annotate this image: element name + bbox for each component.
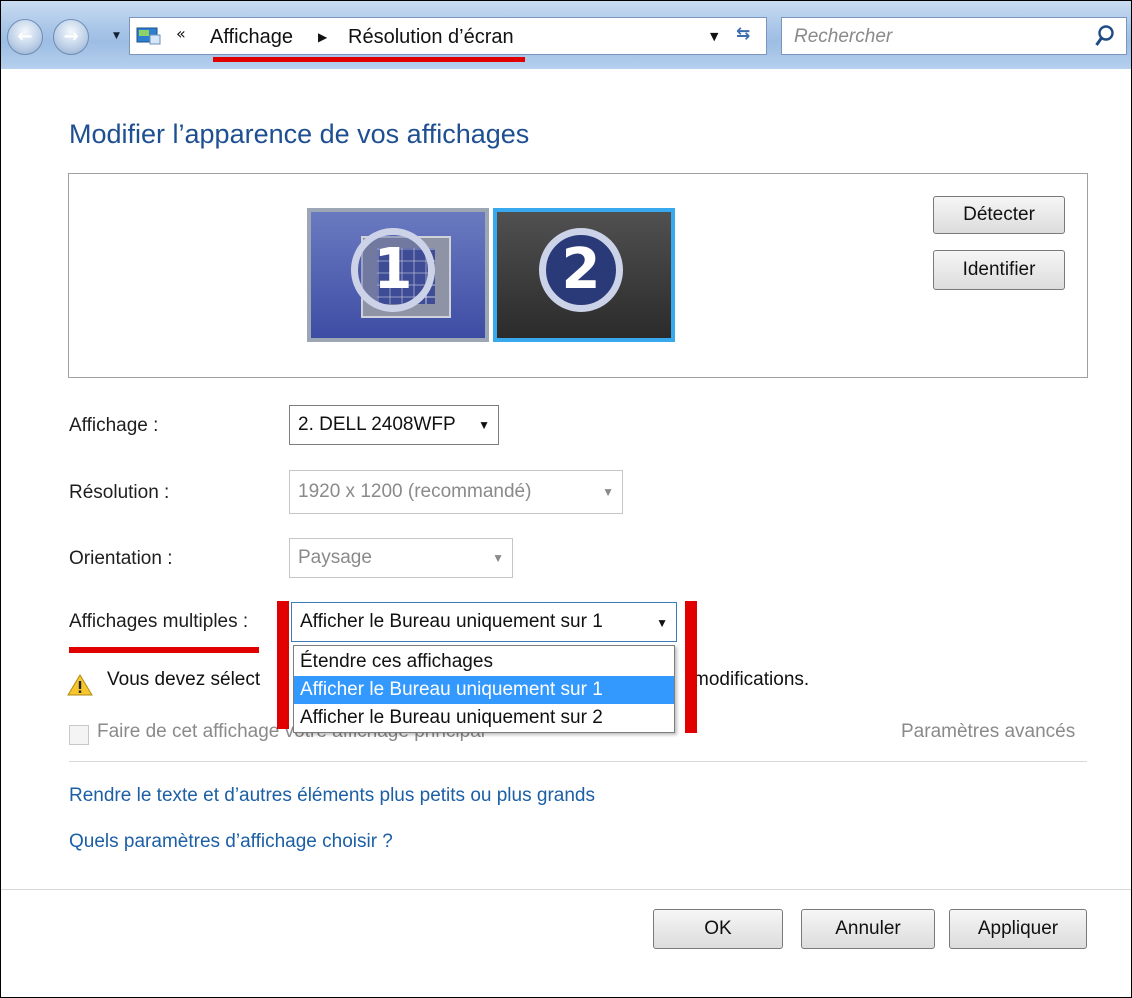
orientation-select-value: Paysage xyxy=(298,547,372,568)
identify-button[interactable]: Identifier xyxy=(933,250,1065,290)
chevron-down-icon: ▼ xyxy=(602,485,614,499)
apply-button[interactable]: Appliquer xyxy=(949,909,1087,949)
text-size-link[interactable]: Rendre le texte et d’autres éléments plu… xyxy=(69,785,595,807)
refresh-icon[interactable]: ⇆ xyxy=(736,24,750,44)
option-desktop-only-1[interactable]: Afficher le Bureau uniquement sur 1 xyxy=(294,676,674,704)
which-settings-link[interactable]: Quels paramètres d’affichage choisir ? xyxy=(69,831,393,853)
arrow-left-icon: ← xyxy=(17,26,33,47)
monitor-1[interactable]: 1 xyxy=(307,208,489,342)
warning-text-left: Vous devez sélect xyxy=(107,669,261,690)
option-extend[interactable]: Étendre ces affichages xyxy=(294,648,674,676)
monitor-2-number: 2 xyxy=(539,228,623,312)
monitor-1-number: 1 xyxy=(351,228,435,312)
display-select-value: 2. DELL 2408WFP xyxy=(298,414,456,435)
breadcrumb-separator-icon[interactable]: ▶ xyxy=(318,30,327,44)
address-dropdown-icon[interactable]: ▼ xyxy=(710,30,718,43)
control-panel-icon xyxy=(136,27,161,45)
warning-text-right: modifications. xyxy=(693,669,810,690)
resolution-select[interactable]: 1920 x 1200 (recommandé) ▼ xyxy=(289,470,623,514)
search-box[interactable]: Rechercher xyxy=(781,17,1127,55)
advanced-settings-link[interactable]: Paramètres avancés xyxy=(901,721,1075,743)
breadcrumb-resolution[interactable]: Résolution d’écran xyxy=(348,26,514,49)
primary-display-checkbox[interactable] xyxy=(69,725,89,745)
annotation-bar-left xyxy=(277,601,289,729)
annotation-underline-breadcrumb xyxy=(213,57,525,62)
chevron-down-icon: ▼ xyxy=(478,418,490,432)
annotation-bar-right xyxy=(685,601,697,733)
cancel-button[interactable]: Annuler xyxy=(801,909,935,949)
window: ← → ▼ « Affichage ▶ Résolution d’écran ▼… xyxy=(0,0,1132,998)
resolution-label: Résolution : xyxy=(69,482,170,503)
forward-button[interactable]: → xyxy=(53,19,89,55)
monitor-preview-area: 1 2 Détecter Identifier xyxy=(68,173,1088,378)
search-input[interactable]: Rechercher xyxy=(794,26,892,48)
address-bar[interactable]: « Affichage ▶ Résolution d’écran ▼ ⇆ xyxy=(129,17,767,55)
detect-button[interactable]: Détecter xyxy=(933,196,1065,234)
multiple-displays-select[interactable]: Afficher le Bureau uniquement sur 1 ▼ xyxy=(291,602,677,642)
search-icon[interactable] xyxy=(1094,24,1116,48)
breadcrumb-chevron[interactable]: « xyxy=(176,24,186,43)
option-desktop-only-2[interactable]: Afficher le Bureau uniquement sur 2 xyxy=(294,704,674,732)
arrow-right-icon: → xyxy=(63,26,79,47)
chevron-down-icon: ▼ xyxy=(492,551,504,565)
display-label: Affichage : xyxy=(69,415,159,436)
orientation-label: Orientation : xyxy=(69,548,173,569)
annotation-underline-multiple xyxy=(69,647,259,653)
chevron-down-icon: ▼ xyxy=(656,616,668,630)
divider xyxy=(69,761,1087,762)
back-button[interactable]: ← xyxy=(7,19,43,55)
ok-button[interactable]: OK xyxy=(653,909,783,949)
footer-divider xyxy=(1,889,1131,890)
resolution-select-value: 1920 x 1200 (recommandé) xyxy=(298,481,532,502)
breadcrumb-affichage[interactable]: Affichage xyxy=(210,26,293,49)
recent-pages-dropdown[interactable]: ▼ xyxy=(113,31,120,41)
multiple-displays-dropdown-list: Étendre ces affichages Afficher le Burea… xyxy=(293,645,675,733)
orientation-select[interactable]: Paysage ▼ xyxy=(289,538,513,578)
multiple-displays-label: Affichages multiples : xyxy=(69,611,249,632)
page-title: Modifier l’apparence de vos affichages xyxy=(69,119,530,149)
navigation-bar: ← → ▼ « Affichage ▶ Résolution d’écran ▼… xyxy=(1,1,1131,69)
multiple-displays-value: Afficher le Bureau uniquement sur 1 xyxy=(300,611,603,632)
warning-icon xyxy=(67,674,93,696)
monitor-2[interactable]: 2 xyxy=(493,208,675,342)
display-select[interactable]: 2. DELL 2408WFP ▼ xyxy=(289,405,499,445)
